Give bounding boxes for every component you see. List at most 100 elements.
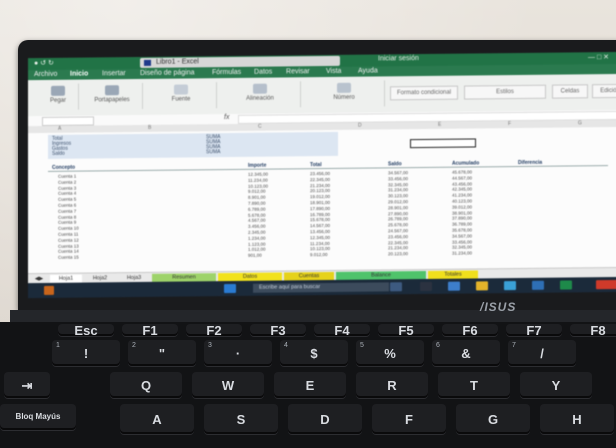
keyboard-key[interactable]: H bbox=[540, 404, 614, 434]
col-e[interactable]: E bbox=[438, 122, 441, 128]
keyboard-key[interactable]: W bbox=[192, 372, 264, 398]
cell-value: 21.234,00 bbox=[310, 182, 331, 188]
cell-value: 24.567,00 bbox=[388, 228, 409, 234]
key-label: R bbox=[387, 378, 397, 393]
tab-archivo[interactable]: Archivo bbox=[34, 71, 57, 78]
keyboard-key[interactable]: S bbox=[204, 404, 278, 434]
keyboard-key[interactable]: F4 bbox=[314, 323, 370, 338]
col-a[interactable]: A bbox=[58, 126, 61, 132]
keyboard-key[interactable]: Q bbox=[110, 372, 182, 398]
keyboard-key[interactable]: R bbox=[356, 372, 428, 398]
keyboard-key[interactable]: F2 bbox=[186, 323, 242, 338]
cell-value: 5.678,00 bbox=[248, 212, 266, 218]
keyboard-key[interactable]: A bbox=[120, 404, 194, 434]
keyboard-key[interactable]: 3 · bbox=[204, 340, 272, 366]
key-caps-lock[interactable]: Bloq Mayús bbox=[0, 404, 76, 430]
cell-value: 44.567,00 bbox=[452, 175, 473, 181]
selected-cell[interactable] bbox=[410, 138, 476, 149]
keyboard-key[interactable]: F1 bbox=[122, 323, 178, 338]
tab-insertar[interactable]: Insertar bbox=[102, 70, 126, 77]
cell-value: 20.123,00 bbox=[388, 251, 409, 257]
task-view-icon[interactable] bbox=[390, 282, 402, 292]
keyboard-key[interactable]: 7/ bbox=[508, 340, 576, 366]
sheet-nav-icon[interactable]: ◀▶ bbox=[32, 275, 46, 283]
cell-value: 22.345,00 bbox=[388, 239, 409, 245]
col-d[interactable]: D bbox=[358, 123, 362, 129]
keyboard-key[interactable]: E bbox=[274, 372, 346, 398]
editing-button[interactable]: Edición bbox=[592, 83, 616, 99]
styles-button[interactable]: Estilos bbox=[464, 84, 546, 100]
paste-button[interactable]: Pegar bbox=[38, 83, 79, 111]
keyboard-key[interactable]: Y bbox=[520, 372, 592, 398]
keyboard-key[interactable]: 2 " bbox=[128, 340, 196, 366]
keyboard-key[interactable]: 4 $ bbox=[280, 340, 348, 366]
cell-value: 42.345,00 bbox=[452, 186, 473, 193]
alignment-group[interactable]: Alineación bbox=[220, 81, 301, 109]
app-red-icon[interactable] bbox=[596, 279, 616, 290]
keyboard-key[interactable]: D bbox=[288, 404, 362, 434]
keyboard-key[interactable]: F bbox=[372, 404, 446, 434]
tab-vista[interactable]: Vista bbox=[326, 68, 341, 75]
autosave-label[interactable]: ● ↺ ↻ bbox=[34, 59, 54, 67]
windows-start-icon[interactable] bbox=[224, 283, 236, 294]
document-title-tab[interactable]: Libro1 - Excel bbox=[140, 55, 340, 68]
row-name: Cuenta 11 bbox=[58, 231, 79, 237]
cells-button[interactable]: Celdas bbox=[552, 84, 588, 99]
key-tab[interactable]: ⇥ bbox=[4, 372, 50, 398]
conditional-format-button[interactable]: Formato condicional bbox=[390, 85, 458, 101]
cell-value: 901,00 bbox=[248, 252, 262, 259]
number-group[interactable]: Número bbox=[304, 80, 385, 108]
keyboard-key[interactable]: 1! bbox=[52, 340, 120, 366]
cell-value: 11.234,00 bbox=[310, 240, 330, 246]
folder-icon[interactable] bbox=[476, 281, 488, 291]
fx-icon[interactable]: fx bbox=[224, 114, 229, 121]
keyboard-key[interactable]: F6 bbox=[442, 323, 498, 338]
keyboard-key[interactable]: 5% bbox=[356, 340, 424, 366]
keyboard-key[interactable]: T bbox=[438, 372, 510, 398]
col-b[interactable]: B bbox=[148, 125, 151, 131]
start-icon[interactable] bbox=[44, 285, 54, 295]
sign-in-link[interactable]: Iniciar sesión bbox=[378, 55, 419, 62]
row-name: Cuenta 12 bbox=[58, 237, 79, 243]
tab-datos[interactable]: Datos bbox=[254, 69, 272, 76]
cell-value: 30.123,00 bbox=[388, 193, 409, 199]
copy-icon bbox=[105, 85, 119, 96]
key-label: F4 bbox=[334, 323, 350, 338]
excel-taskbar-icon[interactable] bbox=[560, 280, 572, 290]
key-label: F3 bbox=[270, 323, 286, 338]
taskbar-search[interactable]: Escribe aquí para buscar bbox=[253, 282, 389, 293]
row-name: Cuenta 10 bbox=[58, 225, 79, 232]
keyboard-key[interactable]: F7 bbox=[506, 323, 562, 338]
keyboard-key[interactable]: Esc bbox=[58, 323, 114, 338]
window-controls-icon[interactable]: — □ ✕ bbox=[588, 53, 609, 61]
keyboard-key[interactable]: G bbox=[456, 404, 530, 434]
cell-value: 28.901,00 bbox=[388, 204, 409, 211]
cell-value: 22.345,00 bbox=[310, 176, 331, 182]
keyboard-key[interactable]: F8 bbox=[570, 323, 616, 338]
tab-inicio[interactable]: Inicio bbox=[70, 71, 88, 78]
row-name: Cuenta 2 bbox=[58, 179, 77, 185]
col-c[interactable]: C bbox=[258, 124, 262, 130]
tab-diseno[interactable]: Diseño de página bbox=[140, 69, 195, 77]
tab-ayuda[interactable]: Ayuda bbox=[358, 67, 378, 74]
key-label: H bbox=[572, 412, 582, 427]
col-f[interactable]: F bbox=[508, 121, 511, 127]
font-group[interactable]: Fuente bbox=[146, 82, 217, 109]
keyboard-key[interactable]: 6 & bbox=[432, 340, 500, 366]
cell-value: 19.012,00 bbox=[310, 194, 331, 200]
clipboard-group[interactable]: Portapapeles bbox=[82, 82, 143, 110]
tab-revisar[interactable]: Revisar bbox=[286, 68, 310, 75]
keyboard-key[interactable]: F3 bbox=[250, 323, 306, 338]
edge-icon[interactable] bbox=[448, 281, 460, 291]
cell-value: 11.234,00 bbox=[248, 177, 268, 183]
row-name: Cuenta 6 bbox=[58, 202, 77, 208]
key-label: F8 bbox=[590, 323, 606, 338]
store-icon[interactable] bbox=[420, 281, 432, 292]
tab-formulas[interactable]: Fórmulas bbox=[212, 69, 241, 76]
spreadsheet-grid[interactable]: Total SUMA Ingresos SUMA Gastos SUMA Sal… bbox=[28, 126, 616, 274]
keyboard-key[interactable]: F5 bbox=[378, 323, 434, 338]
cell-value: 32.345,00 bbox=[388, 181, 409, 187]
col-g[interactable]: G bbox=[578, 120, 582, 126]
browser-icon[interactable] bbox=[532, 280, 544, 290]
mail-icon[interactable] bbox=[504, 281, 516, 291]
